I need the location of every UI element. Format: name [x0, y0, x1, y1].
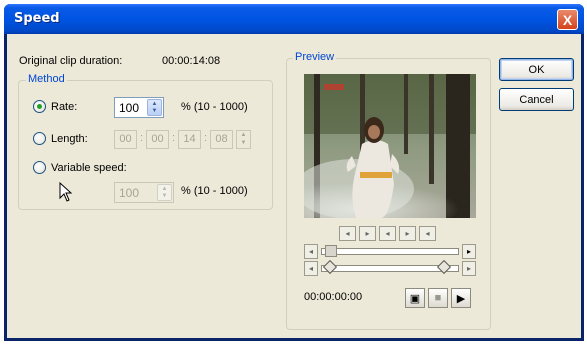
- rate-spin-arrows[interactable]: ▲ ▼: [147, 99, 162, 116]
- dialog-client: Original clip duration: 00:00:14:08 Meth…: [7, 34, 581, 338]
- tc-sep: :: [172, 132, 176, 144]
- rate-range: % (10 - 1000): [181, 101, 248, 113]
- variable-speed-value: 100: [119, 186, 140, 200]
- position-track[interactable]: [321, 248, 459, 255]
- speed-dialog: Speed X Original clip duration: 00:00:14…: [4, 4, 584, 341]
- clear-mark-icon[interactable]: ◂: [419, 226, 436, 241]
- preview-device-icon[interactable]: ▣: [405, 288, 425, 308]
- rate-radio[interactable]: [33, 100, 46, 113]
- length-label: Length:: [51, 133, 88, 145]
- method-legend: Method: [26, 73, 67, 85]
- variable-speed-radio[interactable]: [33, 161, 46, 174]
- play-icon[interactable]: ▶: [451, 288, 471, 308]
- variable-spin-arrows[interactable]: ▲ ▼: [157, 184, 172, 201]
- ok-button[interactable]: OK: [499, 58, 574, 81]
- next-mark-icon[interactable]: ▸: [399, 226, 416, 241]
- next-frame-icon[interactable]: ▸: [462, 244, 476, 259]
- variable-speed-spinner[interactable]: 100 ▲ ▼: [114, 182, 174, 203]
- original-duration-label: Original clip duration:: [19, 55, 123, 67]
- rate-spinner[interactable]: 100 ▲ ▼: [114, 97, 164, 118]
- variable-speed-label: Variable speed:: [51, 162, 127, 174]
- spin-up-icon[interactable]: ▲: [152, 101, 158, 107]
- length-spin-arrows[interactable]: ▲ ▼: [236, 130, 251, 149]
- title-bar: Speed X: [4, 4, 584, 34]
- window-title: Speed: [14, 11, 60, 26]
- video-frame-image: [304, 74, 476, 218]
- prev-mark-icon[interactable]: ◂: [379, 226, 396, 241]
- mouse-cursor-icon: [59, 182, 73, 202]
- cancel-button[interactable]: Cancel: [499, 88, 574, 111]
- spin-down-icon[interactable]: ▼: [152, 108, 158, 114]
- preview-timecode: 00:00:00:00: [304, 291, 363, 303]
- position-thumb[interactable]: [325, 245, 337, 257]
- length-frames[interactable]: 08: [210, 130, 233, 149]
- preview-video: [304, 74, 476, 218]
- length-seconds[interactable]: 14: [178, 130, 201, 149]
- length-hours[interactable]: 00: [114, 130, 137, 149]
- stop-icon[interactable]: ■: [428, 288, 448, 308]
- tc-sep: :: [204, 132, 208, 144]
- mark-in-icon[interactable]: ◂: [339, 226, 356, 241]
- spin-up-icon[interactable]: ▲: [162, 186, 168, 192]
- mark-out-icon[interactable]: ▸: [359, 226, 376, 241]
- original-duration-value: 00:00:14:08: [162, 55, 221, 67]
- preview-legend: Preview: [293, 51, 337, 63]
- close-button[interactable]: X: [557, 9, 578, 30]
- variable-speed-range: % (10 - 1000): [181, 185, 248, 197]
- prev-frame-icon[interactable]: ◂: [304, 244, 318, 259]
- length-radio[interactable]: [33, 132, 46, 145]
- rate-label: Rate:: [51, 101, 78, 113]
- trim-end-icon[interactable]: ▸: [462, 261, 476, 276]
- trim-start-icon[interactable]: ◂: [304, 261, 318, 276]
- spin-down-icon[interactable]: ▼: [162, 193, 168, 199]
- length-minutes[interactable]: 00: [146, 130, 169, 149]
- tc-sep: :: [140, 132, 144, 144]
- close-icon: X: [562, 11, 573, 28]
- rate-value: 100: [119, 101, 140, 115]
